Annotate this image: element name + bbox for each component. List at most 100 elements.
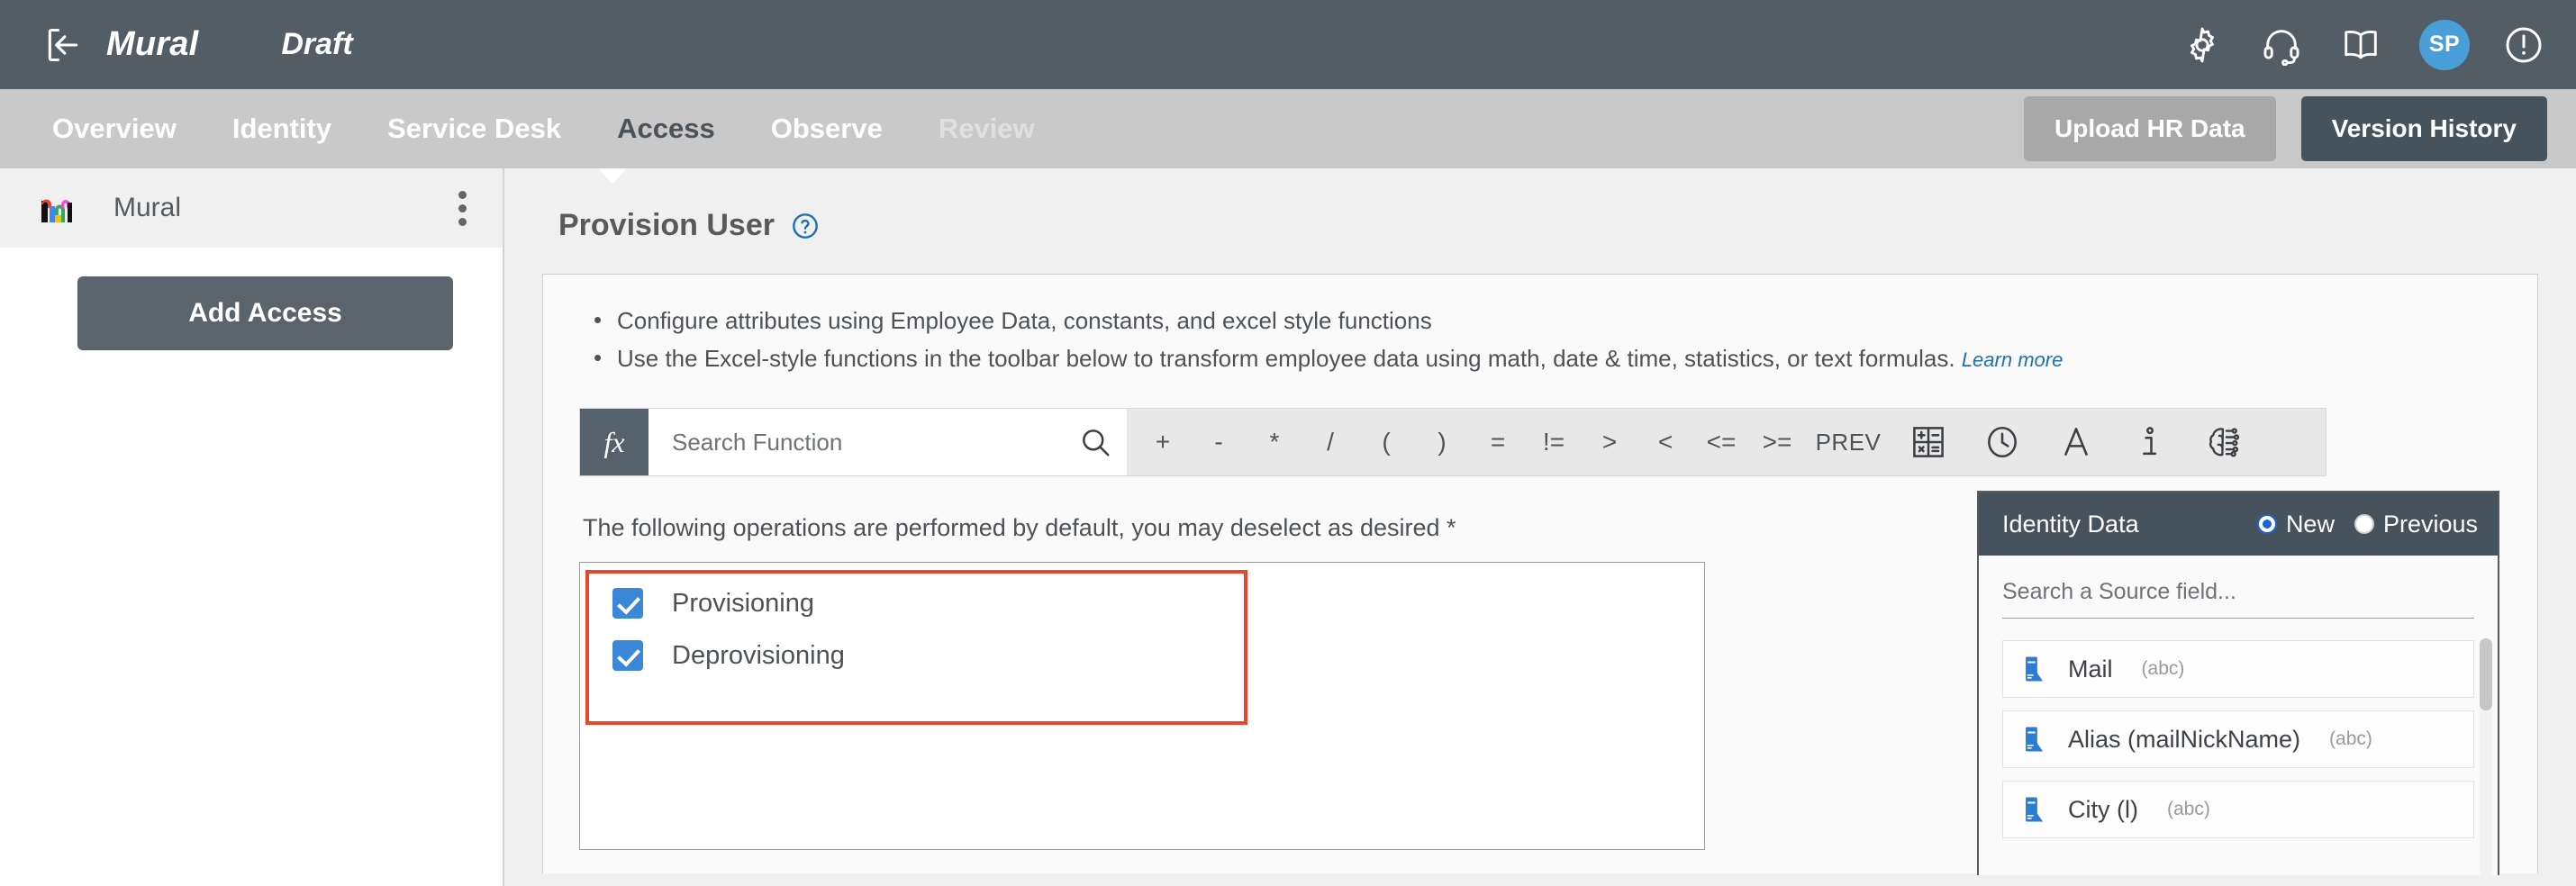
prev-button[interactable]: PREV [1805,409,1891,475]
page-title: Provision User [558,208,775,242]
source-field-search-input[interactable] [2002,579,2474,619]
sidebar-item-mural[interactable]: Mural [0,168,503,248]
kebab-menu-icon[interactable] [451,184,474,233]
text-a-icon[interactable] [2039,409,2113,475]
radio-item-new[interactable]: New [2256,510,2335,538]
operator-divide[interactable]: / [1302,409,1358,475]
add-access-wrapper: Add Access [0,248,503,350]
identity-scrollbar[interactable] [2480,638,2492,875]
source-field-type: (abc) [2329,728,2372,749]
source-field-icon [2019,724,2050,755]
back-arrow-icon[interactable] [43,25,83,65]
top-bar: Mural Draft SP [0,0,2576,89]
source-field-name: City (l) [2068,795,2138,823]
identity-search-wrapper [1979,556,2498,619]
identity-source-radio-group: New Previous [2256,510,2478,538]
upload-hr-data-button[interactable]: Upload HR Data [2024,96,2276,161]
body-wrapper: Mural Add Access Provision User • Config… [0,168,2576,886]
operator-list: + - * / ( ) = != > < <= >= PREV [1128,409,2326,475]
radio-previous[interactable] [2354,514,2374,534]
magnifier-icon[interactable] [1078,425,1112,459]
nav-item-review: Review [938,113,1035,144]
checkbox-label-deprovisioning: Deprovisioning [672,640,845,670]
checkbox-provisioning[interactable] [612,588,643,619]
nav-item-service-desk[interactable]: Service Desk [387,113,561,145]
mural-logo-icon [40,192,76,224]
radio-label-new: New [2285,510,2335,538]
draft-label: Draft [281,27,353,61]
bullet-item-2: Use the Excel-style functions in the too… [594,339,2501,377]
info-bullet-list: Configure attributes using Employee Data… [579,301,2501,377]
operator-minus[interactable]: - [1191,409,1247,475]
list-item[interactable]: Alias (mailNickName) (abc) [2002,710,2474,768]
nav-items: Overview Identity Service Desk Access Ob… [52,113,1035,145]
nav-item-overview[interactable]: Overview [52,113,177,145]
avatar[interactable]: SP [2419,19,2470,70]
source-field-type: (abc) [2141,658,2185,679]
version-history-button[interactable]: Version History [2300,96,2547,161]
identity-panel-header: Identity Data New Previous [1979,493,2498,556]
info-icon[interactable] [2113,409,2187,475]
operator-greater-equal[interactable]: >= [1749,409,1805,475]
operator-equals[interactable]: = [1470,409,1526,475]
bullet-item-1: Configure attributes using Employee Data… [594,301,2501,339]
bullet-text-1: Configure attributes using Employee Data… [617,307,1432,334]
source-field-icon [2019,794,2050,825]
main-panel: Provision User Configure attributes usin… [504,168,2576,886]
list-item[interactable]: Mail (abc) [2002,640,2474,698]
fx-button[interactable]: fx [580,409,649,476]
clock-icon[interactable] [1965,409,2039,475]
bullet-text-2: Use the Excel-style functions in the too… [617,345,1955,373]
sidebar-app-name: Mural [113,193,182,222]
list-item[interactable]: City (l) (abc) [2002,781,2474,838]
operator-less-than[interactable]: < [1637,409,1693,475]
search-function-input[interactable] [672,428,1078,457]
source-field-name: Alias (mailNickName) [2068,725,2301,753]
source-field-icon [2019,654,2050,684]
function-toolbar: fx + - * / ( ) [579,408,2327,477]
radio-label-previous: Previous [2382,510,2478,538]
operator-close-paren[interactable]: ) [1414,409,1470,475]
nav-item-identity[interactable]: Identity [232,113,331,145]
learn-more-link[interactable]: Learn more [1962,348,2064,371]
brand-group: Mural [43,25,198,65]
identity-data-panel: Identity Data New Previous Search a Sour… [1977,491,2499,875]
alert-icon[interactable] [2506,23,2545,67]
headset-icon[interactable] [2261,24,2302,66]
operations-box: Provisioning Deprovisioning [579,562,1705,851]
operator-open-paren[interactable]: ( [1358,409,1414,475]
nav-bar: Overview Identity Service Desk Access Ob… [0,89,2576,168]
operator-greater-than[interactable]: > [1582,409,1637,475]
panel-caret-icon [598,168,627,184]
book-icon[interactable] [2340,24,2381,66]
identity-panel-title: Identity Data [2002,510,2139,538]
operator-plus[interactable]: + [1135,409,1191,475]
source-field-name: Mail [2068,655,2113,683]
topbar-icon-group: SP [2181,19,2545,70]
help-circle-icon[interactable] [791,212,820,240]
operator-less-equal[interactable]: <= [1693,409,1749,475]
add-access-button[interactable]: Add Access [77,276,453,350]
operator-not-equals[interactable]: != [1526,409,1582,475]
source-field-type: (abc) [2166,799,2210,819]
gear-icon[interactable] [2181,24,2223,66]
operator-multiply[interactable]: * [1247,409,1302,475]
ai-brain-icon[interactable] [2187,409,2261,475]
section-title-row: Provision User [542,168,2538,274]
radio-item-previous[interactable]: Previous [2354,511,2478,538]
checkbox-label-provisioning: Provisioning [672,588,814,618]
sidebar: Mural Add Access [0,168,504,886]
brand-name: Mural [106,25,199,63]
nav-item-access[interactable]: Access [617,113,715,145]
radio-new[interactable] [2256,514,2277,534]
checkbox-row-deprovisioning[interactable]: Deprovisioning [596,629,1704,682]
calculator-icon[interactable] [1891,409,1965,475]
nav-item-observe[interactable]: Observe [771,113,883,145]
nav-buttons: Upload HR Data Version History [2024,96,2547,161]
checkbox-deprovisioning[interactable] [612,640,643,672]
function-search-wrapper [649,409,1128,476]
checkbox-row-provisioning[interactable]: Provisioning [596,577,1704,629]
identity-scrollbar-thumb[interactable] [2480,638,2492,710]
provision-card: Configure attributes using Employee Data… [542,274,2538,875]
source-field-list: Mail (abc) Alias (mailNickName) (abc) Ci… [1979,619,2498,875]
